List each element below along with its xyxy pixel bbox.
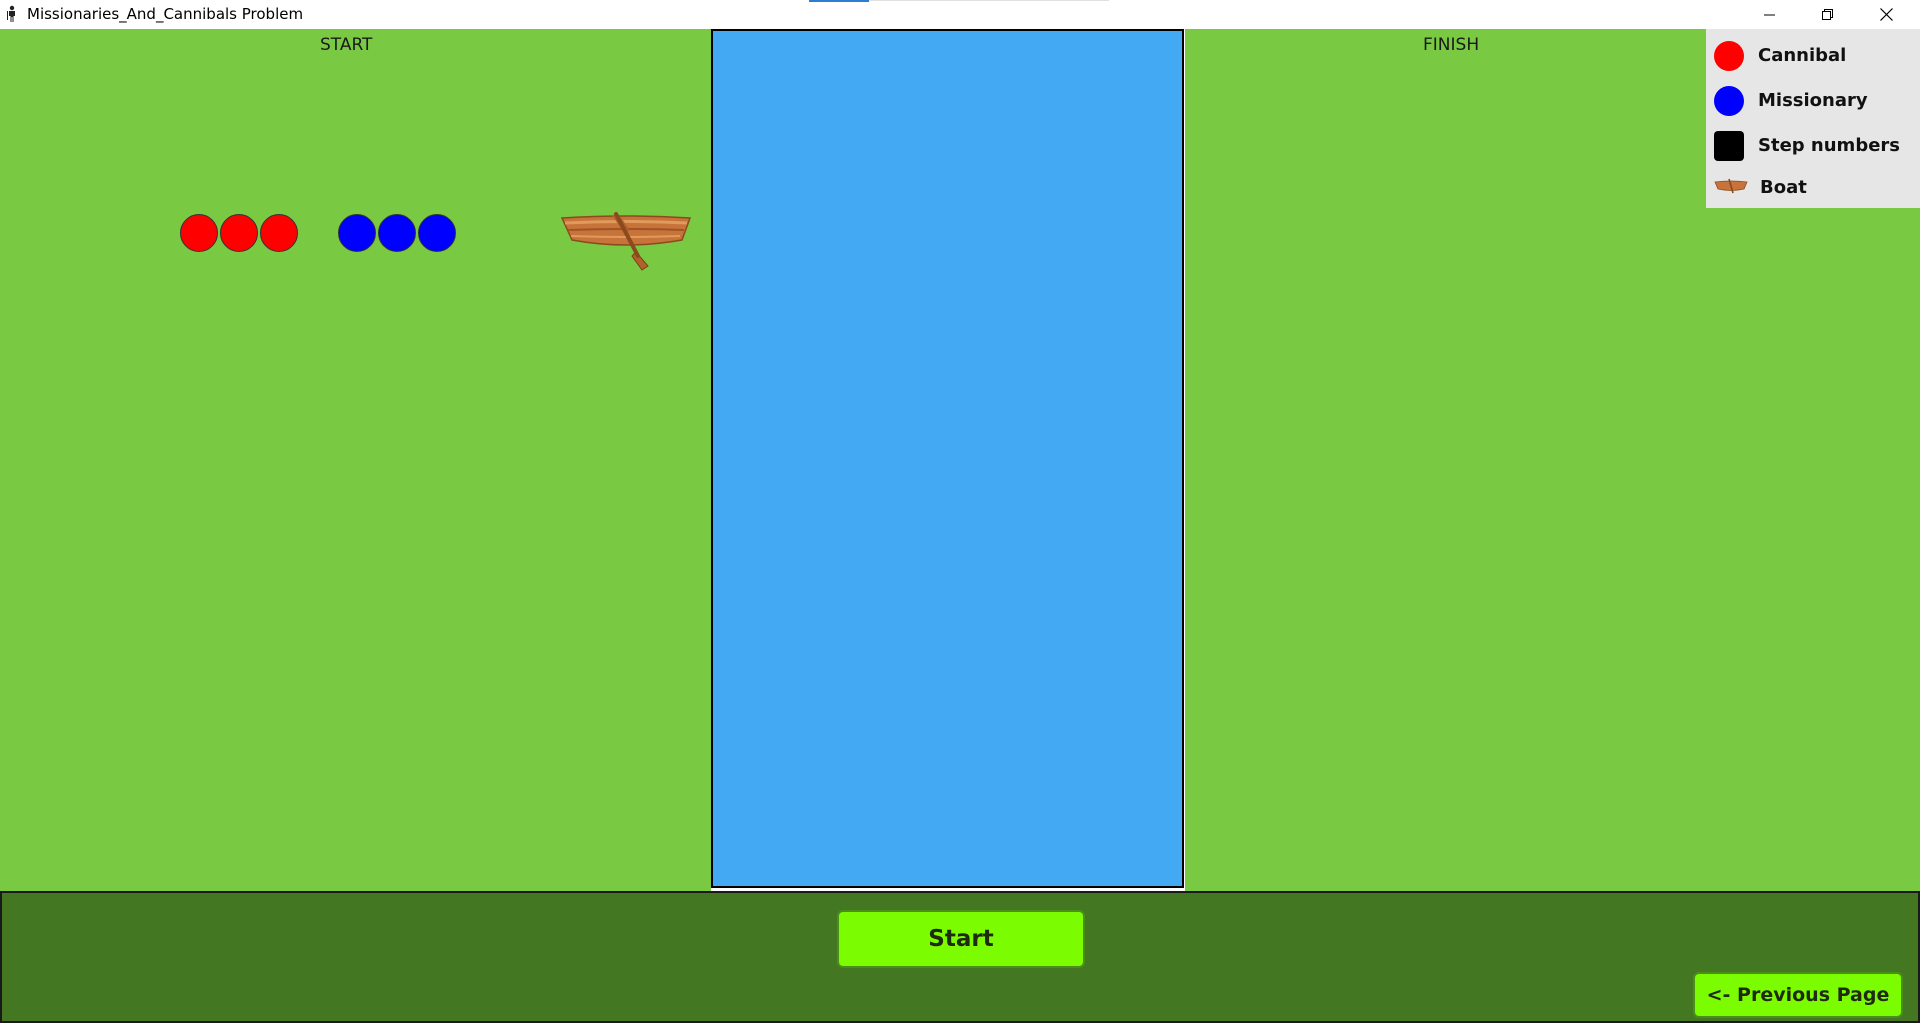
legend-item-boat: Boat [1706,168,1920,208]
legend-label: Cannibal [1758,45,1847,66]
start-bank: START [0,29,711,891]
cannibal-token[interactable] [260,214,298,252]
previous-page-button[interactable]: <- Previous Page [1693,972,1903,1018]
blue-circle-icon [1714,86,1744,116]
missionary-token[interactable] [338,214,376,252]
cannibal-token[interactable] [220,214,258,252]
minimize-icon [1764,14,1775,15]
missionary-token[interactable] [378,214,416,252]
start-bank-label: START [320,35,373,55]
app-window: Missionaries_And_Cannibals Problem START [0,0,1920,1023]
missionary-token[interactable] [418,214,456,252]
legend-item-step-numbers: Step numbers [1706,126,1920,166]
black-square-icon [1714,131,1744,161]
window-title: Missionaries_And_Cannibals Problem [27,5,304,23]
legend-label: Step numbers [1758,135,1900,156]
close-icon [1879,8,1893,21]
boat-icon [1714,178,1748,194]
legend-label: Boat [1760,177,1807,198]
river [711,29,1184,888]
start-button[interactable]: Start [837,910,1085,968]
legend-label: Missionary [1758,90,1868,111]
title-bar: Missionaries_And_Cannibals Problem [0,0,1920,29]
finish-bank-label: FINISH [1423,35,1480,55]
restore-icon [1822,8,1833,20]
boat[interactable] [560,210,692,278]
app-person-icon [7,5,15,22]
legend-item-missionary: Missionary [1706,81,1920,121]
restore-button[interactable] [1799,0,1857,29]
legend-panel: Cannibal Missionary Step numbers Boat [1706,29,1920,208]
boat-icon [560,212,692,271]
title-strip-divider [869,0,1109,1]
legend-item-cannibal: Cannibal [1706,36,1920,76]
close-button[interactable] [1857,0,1915,29]
red-circle-icon [1714,41,1744,71]
title-accent-strip [809,0,869,2]
cannibal-token[interactable] [180,214,218,252]
minimize-button[interactable] [1741,0,1799,29]
